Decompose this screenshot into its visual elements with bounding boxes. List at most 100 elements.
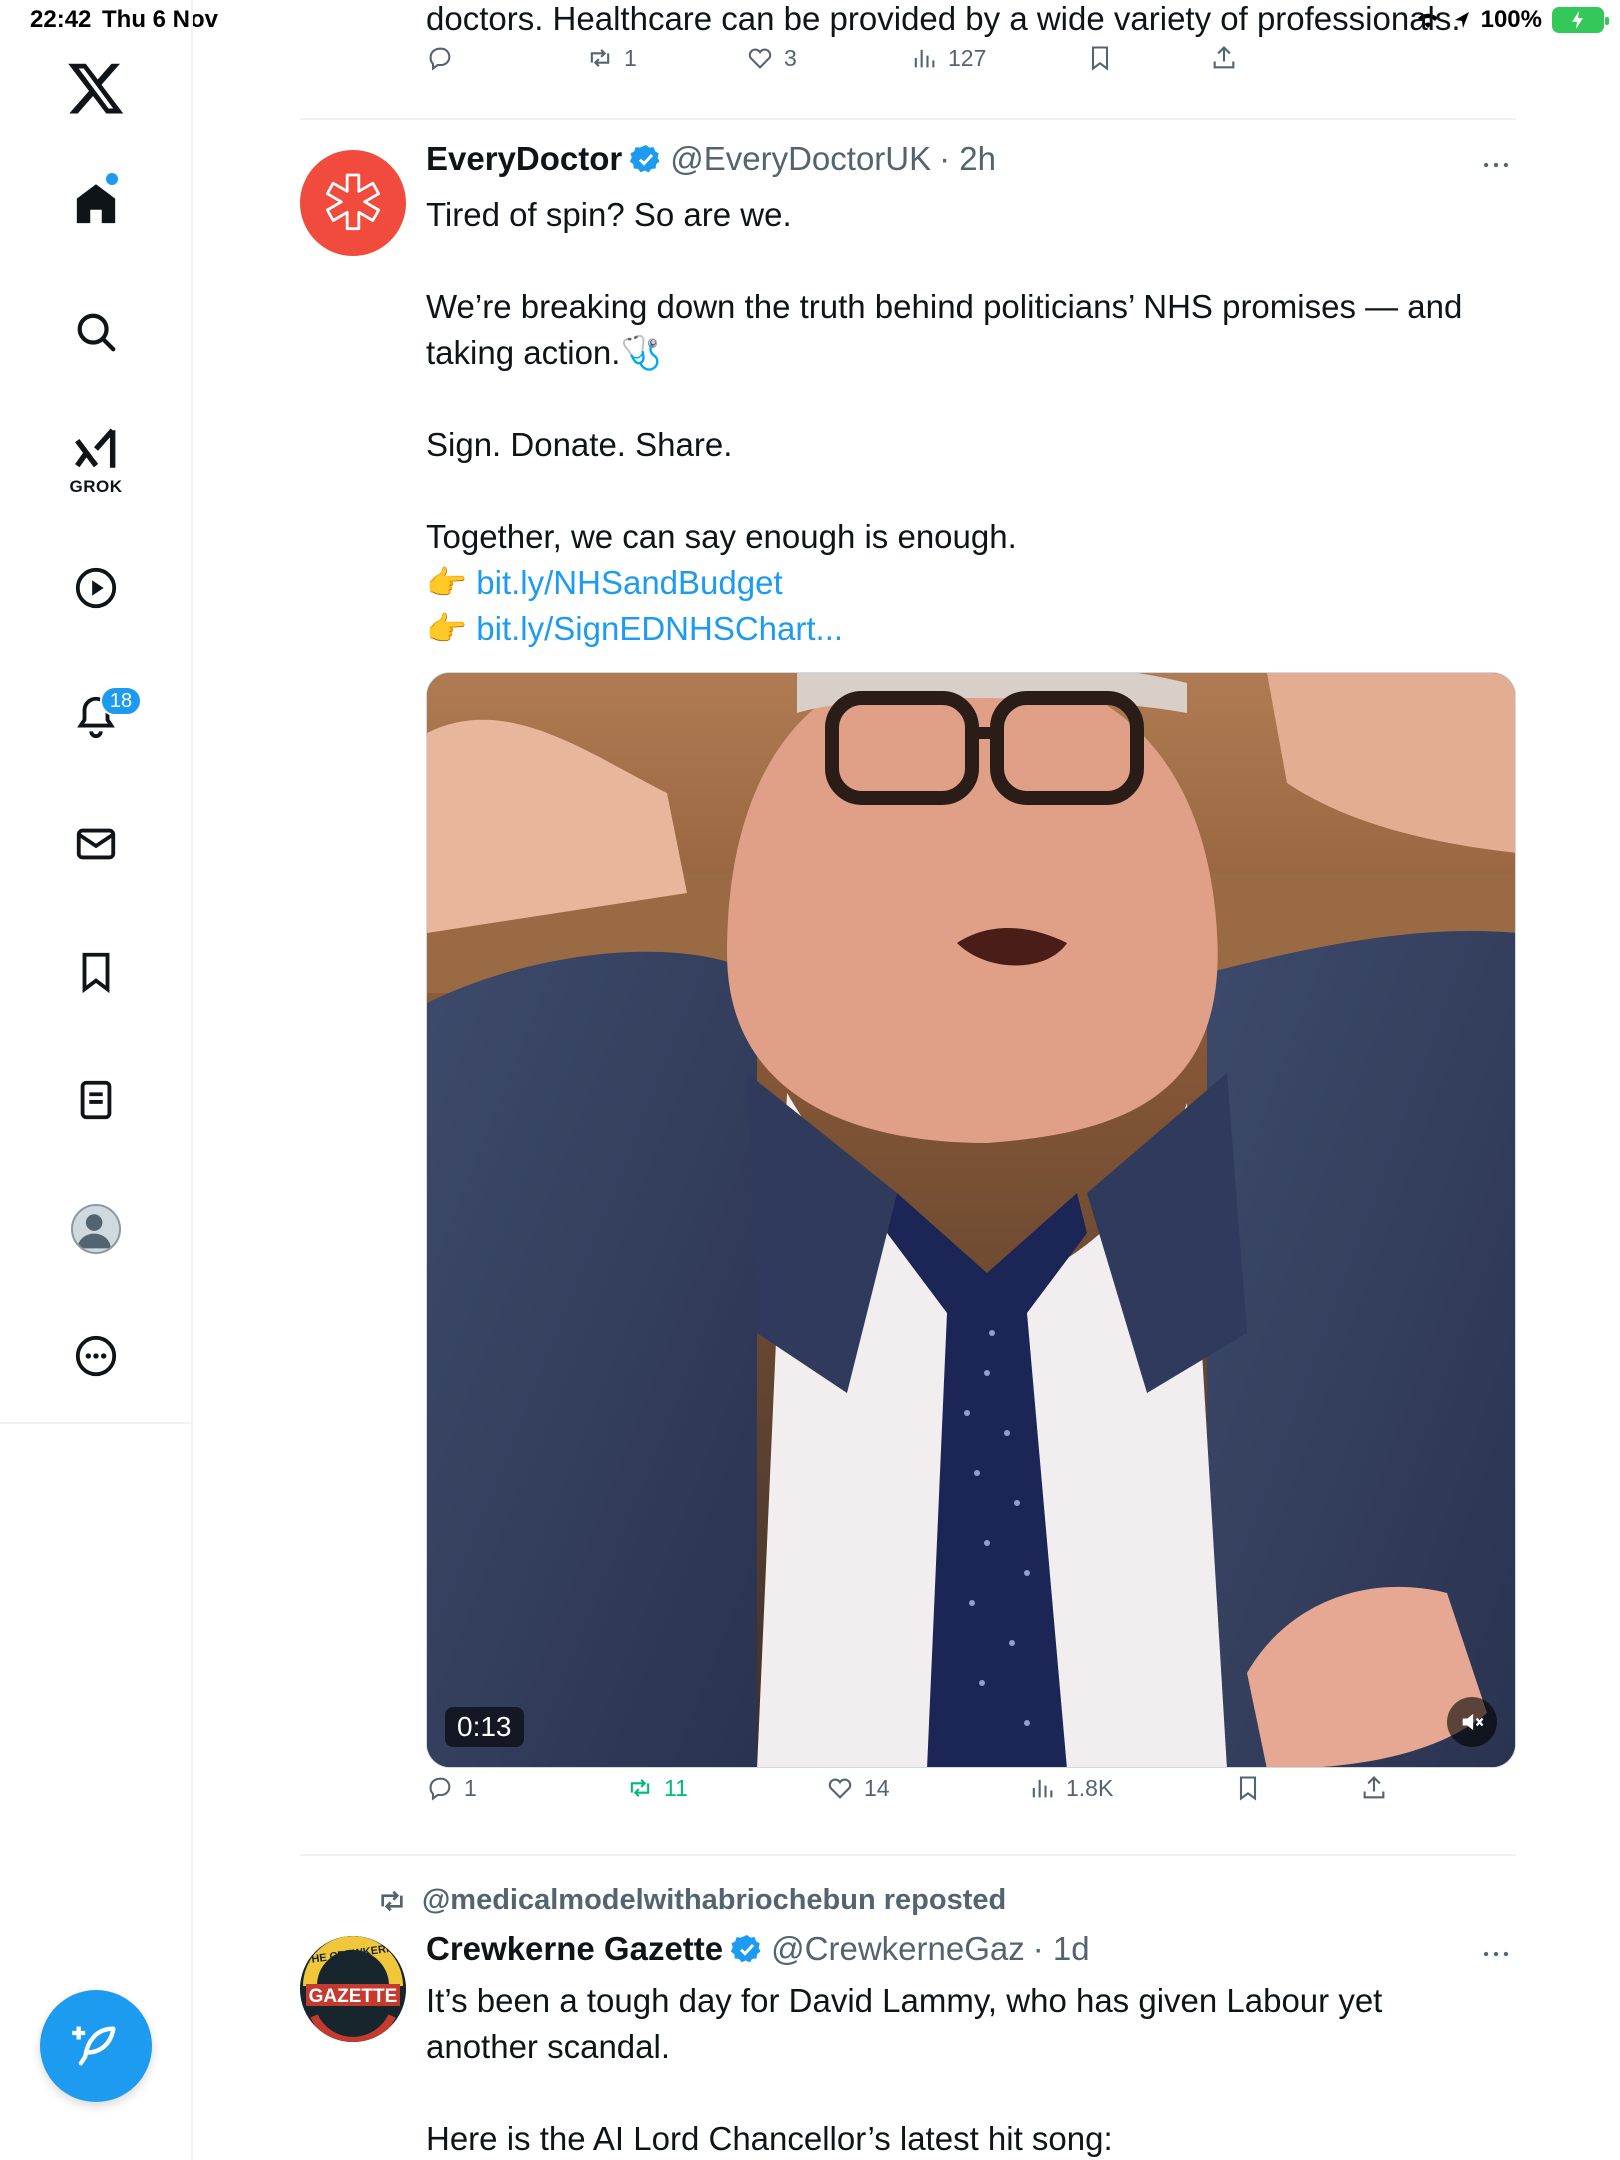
list-icon (80, 1080, 112, 1120)
reposted-by[interactable]: @medicalmodelwithabriochebun reposted (422, 1884, 1006, 1917)
verified-badge-icon (630, 145, 660, 173)
gazette-logo-text: GAZETTE (308, 1986, 398, 2007)
pointing-hand-emoji: 👉 (426, 610, 468, 647)
view-count: 1.8K (1066, 1774, 1114, 1801)
views-button[interactable]: 1.8K (1028, 1774, 1113, 1802)
tweet-header: EveryDoctor @EveryDoctorUK · 2h (426, 140, 996, 178)
heart-icon (748, 48, 772, 69)
repost-button[interactable]: 1 (586, 44, 637, 72)
more-circle-icon (75, 1335, 117, 1377)
avatar-crewkerne-gazette[interactable]: THE CREWKERNE GAZETTE (300, 1936, 406, 2042)
sidebar-item-explore[interactable] (64, 300, 128, 364)
pointing-hand-emoji: 👉 (426, 564, 468, 601)
handle[interactable]: @CrewkerneGaz (771, 1930, 1025, 1968)
sidebar-item-profile[interactable] (71, 1204, 121, 1254)
tweet-line: Sign. Donate. Share. (426, 426, 733, 463)
tweet-line: We’re breaking down the truth behind pol… (426, 288, 1463, 371)
compose-feather-icon (72, 2026, 116, 2066)
tweet-link-line: 👉 bit.ly/SignEDNHSChart... (426, 606, 1516, 652)
sidebar-item-lists[interactable] (64, 1068, 128, 1132)
like-count: 3 (784, 44, 797, 71)
tweet-header: Crewkerne Gazette @CrewkerneGaz · 1d (426, 1930, 1090, 1968)
like-button[interactable]: 3 (746, 44, 797, 72)
verified-badge-icon (731, 1935, 761, 1963)
mail-icon (76, 828, 116, 860)
more-horizontal-icon (1483, 162, 1509, 168)
tweet-time[interactable]: · 2h (939, 140, 996, 178)
share-button[interactable] (1360, 1774, 1388, 1802)
reply-icon (429, 47, 451, 71)
tweet-divider (300, 118, 1516, 120)
repost-icon (381, 1890, 403, 1911)
display-name[interactable]: EveryDoctor (426, 140, 622, 178)
repost-count: 11 (664, 1774, 688, 1801)
sidebar-item-home[interactable] (64, 172, 128, 236)
battery-percent: 100% (1480, 6, 1542, 33)
reply-button[interactable] (426, 44, 454, 72)
grok-label: GROK (69, 477, 123, 496)
sidebar-item-more[interactable] (64, 1324, 128, 1388)
handle[interactable]: @EveryDoctorUK (670, 140, 931, 178)
tweet-link[interactable]: bit.ly/SignEDNHSChart... (476, 610, 843, 647)
medical-star-logo-icon (325, 173, 381, 231)
views-icon (914, 49, 935, 68)
video-duration: 0:13 (445, 1707, 524, 1747)
battery-icon (1552, 7, 1609, 33)
sidebar-item-messages[interactable] (64, 812, 128, 876)
sidebar-item-grok[interactable]: GROK (60, 424, 132, 500)
play-icon (75, 567, 117, 609)
mute-button[interactable] (1447, 1697, 1497, 1747)
tweet-time[interactable]: · 1d (1033, 1930, 1090, 1968)
previous-tweet-text: doctors. Healthcare can be provided by a… (426, 0, 1461, 37)
share-icon (1363, 1776, 1385, 1799)
repost-count: 1 (624, 44, 637, 71)
bookmark-icon (82, 952, 110, 994)
tweet-line: Tired of spin? So are we. (426, 196, 792, 233)
bookmark-icon (1239, 1776, 1257, 1801)
grok-icon (75, 428, 116, 468)
like-count: 14 (864, 1774, 890, 1801)
heart-icon (828, 1778, 852, 1799)
tweet-line: Together, we can say enough is enough. (426, 518, 1017, 555)
sidebar-item-video[interactable] (64, 556, 128, 620)
speaker-muted-icon (1462, 1713, 1484, 1731)
charging-icon (1572, 11, 1583, 29)
x-logo-icon[interactable] (66, 58, 126, 118)
reply-icon (429, 1777, 451, 1801)
views-button[interactable]: 127 (910, 44, 986, 72)
sidebar-divider (0, 1422, 193, 1424)
share-button[interactable] (1210, 44, 1238, 72)
display-name[interactable]: Crewkerne Gazette (426, 1930, 723, 1968)
reply-count: 1 (464, 1774, 477, 1801)
bookmark-icon (1091, 46, 1109, 71)
bookmark-button[interactable] (1234, 1774, 1262, 1802)
video-frame (427, 673, 1515, 1767)
reply-button[interactable]: 1 (426, 1774, 477, 1802)
home-unread-dot (106, 173, 118, 185)
tweet-line: It’s been a tough day for David Lammy, w… (426, 1982, 1383, 2065)
compose-post-button[interactable] (40, 1990, 152, 2102)
repost-button[interactable]: 11 (626, 1774, 688, 1802)
tweet-text: Tired of spin? So are we. We’re breaking… (426, 192, 1516, 652)
views-icon (1032, 1779, 1053, 1798)
sidebar: GROK 18 (0, 0, 193, 2160)
bookmark-button[interactable] (1086, 44, 1114, 72)
avatar-everydoctor[interactable] (300, 150, 406, 256)
tweet-line (426, 468, 1516, 514)
tweet-line (426, 238, 1516, 284)
tweet-more-button[interactable] (1476, 145, 1516, 185)
avatar-icon (77, 1214, 111, 1249)
notifications-badge: 18 (100, 686, 142, 716)
tweet-link[interactable]: bit.ly/NHSandBudget (476, 564, 782, 601)
tweet-video[interactable]: 0:13 (426, 672, 1516, 1768)
tweet-divider (300, 1854, 1516, 1856)
like-button[interactable]: 14 (826, 1774, 890, 1802)
tweet-more-button[interactable] (1476, 1934, 1516, 1974)
sidebar-item-bookmarks[interactable] (64, 940, 128, 1004)
repost-context: @medicalmodelwithabriochebun reposted (376, 1884, 1006, 1917)
repost-icon (630, 1779, 650, 1797)
repost-icon (590, 49, 610, 67)
home-icon (76, 184, 116, 224)
tweet-link-line: 👉 bit.ly/NHSandBudget (426, 560, 1516, 606)
tweet-line (426, 376, 1516, 422)
